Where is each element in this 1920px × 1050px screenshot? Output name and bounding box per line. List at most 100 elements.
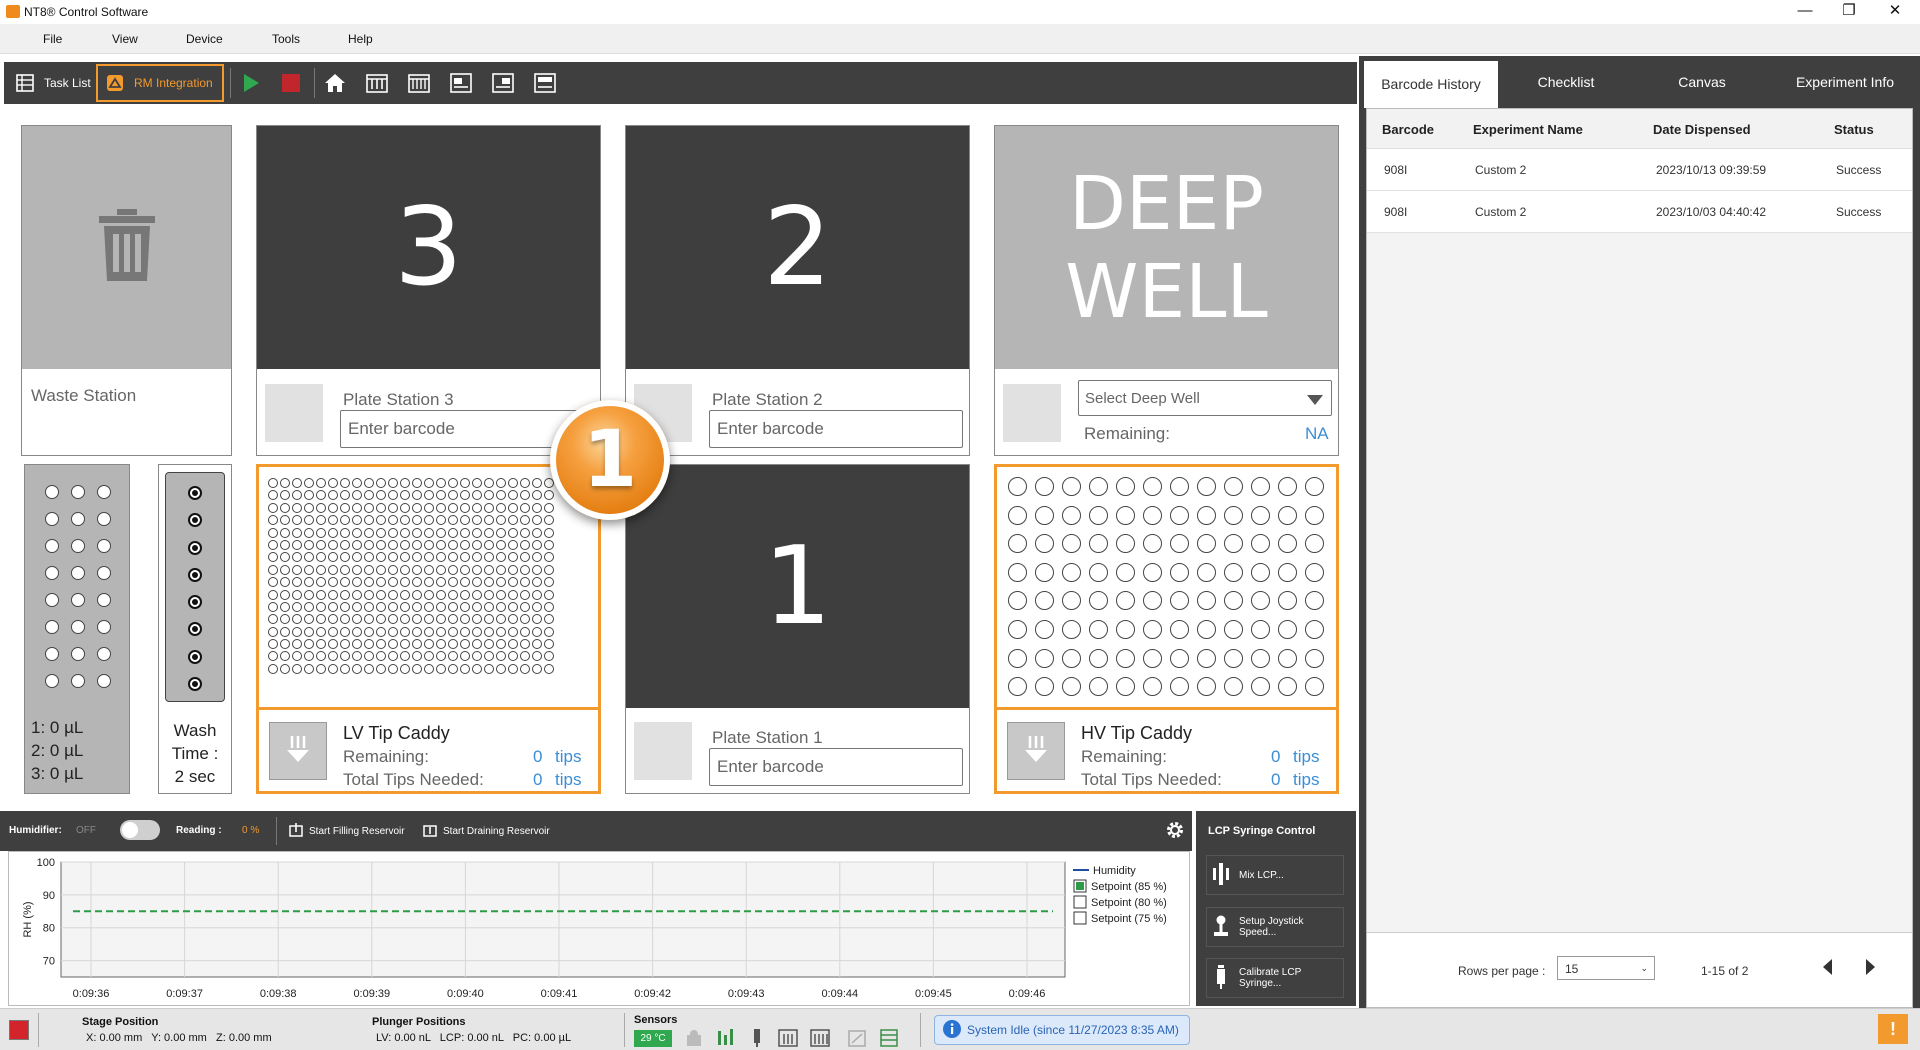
plate-1-barcode-input[interactable]: Enter barcode: [709, 748, 963, 786]
plate-station-1[interactable]: 1 Plate Station 1 Enter barcode: [625, 464, 970, 794]
well: [520, 515, 530, 526]
menu-help[interactable]: Help: [348, 32, 373, 46]
notification-button[interactable]: !: [1878, 1014, 1908, 1044]
deep-well-select[interactable]: Select Deep Well: [1078, 380, 1332, 416]
well: [1197, 505, 1216, 525]
well: [1035, 534, 1054, 554]
well: [508, 614, 518, 625]
waste-station[interactable]: Waste Station: [21, 125, 232, 456]
well: [472, 589, 482, 600]
well: [292, 601, 302, 612]
hv-remaining-unit: tips: [1293, 747, 1320, 766]
lv-tip-caddy[interactable]: LV Tip Caddy Remaining: 0 tips Total Tip…: [256, 464, 601, 794]
stop-button[interactable]: [280, 62, 306, 104]
home-button[interactable]: [324, 62, 352, 104]
menu-device[interactable]: Device: [186, 32, 223, 46]
column-date-dispensed[interactable]: Date Dispensed: [1653, 122, 1751, 137]
well: [1170, 619, 1189, 639]
minimize-button[interactable]: —: [1782, 0, 1828, 24]
lcp-syringe-control: LCP Syringe Control Mix LCP... Setup Joy…: [1196, 811, 1356, 1006]
plate-2-barcode-input[interactable]: Enter barcode: [709, 410, 963, 448]
well: [292, 515, 302, 526]
lv-remaining-unit: tips: [555, 747, 582, 766]
play-button[interactable]: [240, 62, 266, 104]
column-status[interactable]: Status: [1834, 122, 1874, 137]
well: [424, 663, 434, 674]
start-filling-button[interactable]: Start Filling Reservoir: [289, 819, 405, 843]
plate-1-label: Plate Station 1: [712, 728, 823, 747]
calibrate-lcp-button[interactable]: Calibrate LCP Syringe...: [1206, 958, 1344, 998]
close-button[interactable]: ✕: [1872, 0, 1918, 24]
previous-page-button[interactable]: [1823, 959, 1833, 978]
well: [436, 527, 446, 538]
hv-caddy-thumbnail[interactable]: [1007, 722, 1065, 780]
well: [484, 614, 494, 625]
setup-joystick-button[interactable]: Setup Joystick Speed...: [1206, 907, 1344, 947]
stop-indicator[interactable]: [9, 1020, 29, 1040]
x-tick-label: 0:09:37: [166, 988, 203, 1000]
column-experiment-name[interactable]: Experiment Name: [1473, 122, 1583, 137]
lv-tips-button[interactable]: [366, 62, 394, 104]
humidifier-label: Humidifier:: [9, 825, 62, 836]
plate-view-button-3[interactable]: [534, 62, 562, 104]
start-draining-button[interactable]: Start Draining Reservoir: [423, 819, 550, 843]
well: [532, 539, 542, 550]
well: [97, 485, 111, 499]
well: [1224, 505, 1243, 525]
well: [280, 663, 290, 674]
well: [71, 620, 85, 634]
cell-barcode: 908I: [1384, 205, 1408, 219]
lv-caddy-thumbnail[interactable]: [269, 722, 327, 780]
column-barcode[interactable]: Barcode: [1382, 122, 1434, 137]
well: [1224, 619, 1243, 639]
tab-canvas[interactable]: Canvas: [1634, 56, 1770, 108]
menu-tools[interactable]: Tools: [272, 32, 300, 46]
plate-station-2[interactable]: 2 Plate Station 2 Enter barcode: [625, 125, 970, 456]
well: [436, 478, 446, 488]
humidifier-toggle[interactable]: [120, 820, 160, 840]
reservoir-station[interactable]: 1: 0 µL 2: 0 µL 3: 0 µL: [24, 464, 130, 794]
hv-tip-caddy[interactable]: HV Tip Caddy Remaining: 0 tips Total Tip…: [994, 464, 1339, 794]
lv-remaining-value: 0: [533, 747, 543, 766]
task-list-button[interactable]: Task List: [14, 62, 96, 104]
deep-well-station[interactable]: DEEP WELL Select Deep Well Remaining: NA: [994, 125, 1339, 456]
grid-list-icon: [14, 72, 36, 94]
well: [424, 589, 434, 600]
well: [496, 601, 506, 612]
well: [496, 527, 506, 538]
plate-view-button-2[interactable]: [492, 62, 520, 104]
well: [280, 601, 290, 612]
menu-file[interactable]: File: [43, 32, 62, 46]
table-row[interactable]: 908I Custom 2 2023/10/03 04:40:42 Succes…: [1367, 191, 1912, 233]
plate-view-button-1[interactable]: [450, 62, 478, 104]
well: [71, 512, 85, 526]
tab-checklist[interactable]: Checklist: [1498, 56, 1634, 108]
rows-per-page-select[interactable]: 15 ⌄: [1557, 956, 1655, 980]
system-status-message: System Idle (since 11/27/2023 8:35 AM): [934, 1015, 1190, 1045]
plate-station-3[interactable]: 3 Plate Station 3 Enter barcode: [256, 125, 601, 456]
tab-barcode-history[interactable]: Barcode History: [1364, 61, 1498, 108]
rm-integration-button[interactable]: RM Integration: [96, 64, 224, 102]
well: [280, 515, 290, 526]
humidity-settings-button[interactable]: [1165, 820, 1185, 843]
well: [460, 527, 470, 538]
well: [1305, 534, 1324, 554]
next-page-button[interactable]: [1865, 959, 1875, 978]
wash-station[interactable]: Wash Time : 2 sec: [158, 464, 232, 794]
well: [1278, 648, 1297, 668]
well: [328, 527, 338, 538]
plunger-positions-title: Plunger Positions: [372, 1016, 466, 1028]
toggle-knob: [122, 822, 138, 838]
mix-lcp-button[interactable]: Mix LCP...: [1206, 855, 1344, 895]
tab-experiment-info[interactable]: Experiment Info: [1770, 56, 1920, 108]
chevron-left-icon: [1823, 959, 1833, 978]
well: [280, 651, 290, 662]
well: [1251, 505, 1270, 525]
hv-tips-button[interactable]: [408, 62, 436, 104]
maximize-button[interactable]: ❐: [1826, 0, 1872, 24]
well: [328, 589, 338, 600]
menu-view[interactable]: View: [112, 32, 138, 46]
well: [304, 478, 314, 488]
hv-caddy-title: HV Tip Caddy: [1081, 723, 1193, 743]
table-row[interactable]: 908I Custom 2 2023/10/13 09:39:59 Succes…: [1367, 149, 1912, 191]
